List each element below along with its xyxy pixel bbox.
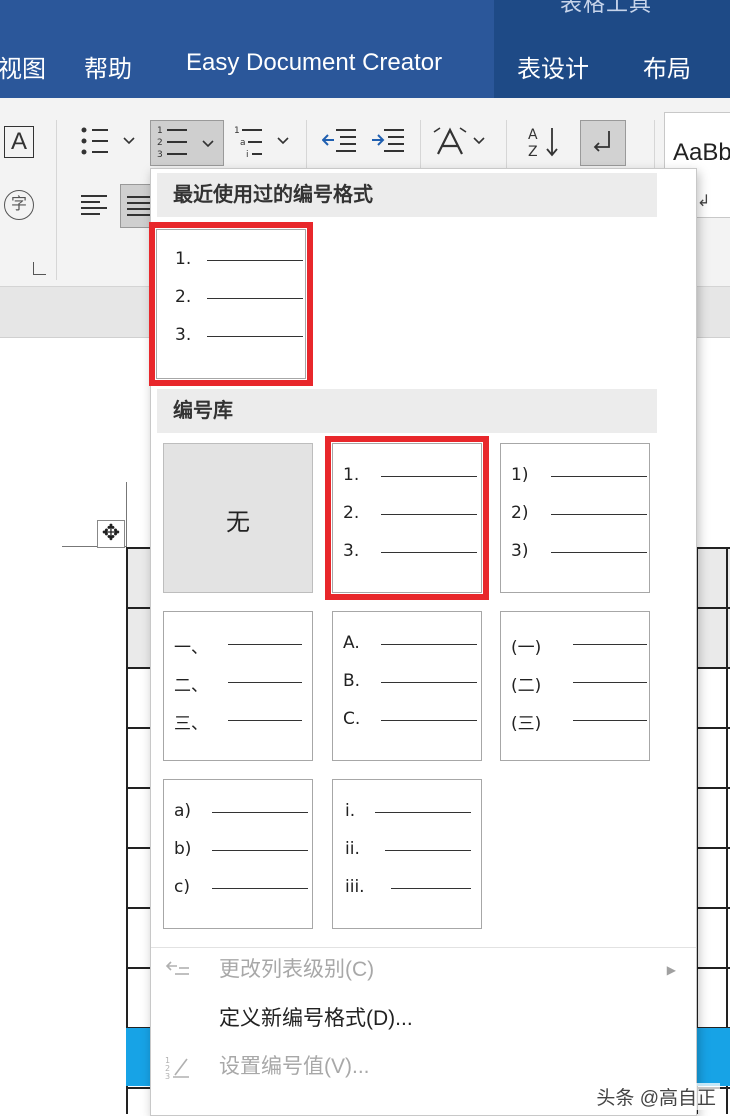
tile-line: B. bbox=[343, 671, 477, 691]
tile-line: (三) bbox=[511, 709, 647, 734]
none-label: 无 bbox=[226, 509, 250, 536]
tile-line: b) bbox=[174, 839, 308, 859]
recent-formats-header: 最近使用过的编号格式 bbox=[157, 173, 657, 217]
svg-text:Z: Z bbox=[528, 144, 538, 160]
set-numbering-value-label: 设置编号值(V)... bbox=[219, 1055, 370, 1078]
paragraph-mark-icon: ↲ bbox=[697, 193, 711, 210]
table-tools-title: 表格工具 bbox=[560, 0, 653, 16]
align-center-icon bbox=[127, 196, 151, 216]
tile-line: i. bbox=[345, 801, 475, 821]
numbering-dropdown: 最近使用过的编号格式 1. 2. 3. 编号库 无 1. 2. 3. 1) 2)… bbox=[149, 168, 697, 1116]
show-formatting-marks-button[interactable] bbox=[580, 120, 626, 166]
tile-line: (一) bbox=[511, 633, 647, 658]
tab-table-design[interactable]: 表设计 bbox=[517, 49, 589, 84]
crop-mark bbox=[126, 482, 127, 547]
enclose-characters-label: 字 bbox=[10, 196, 27, 213]
table-move-handle-icon[interactable]: ✥ bbox=[97, 520, 125, 548]
tile-line: 1. bbox=[175, 249, 303, 269]
tile-line: (二) bbox=[511, 671, 647, 696]
tile-line: 1. bbox=[343, 465, 477, 485]
numbering-tile-lower-roman[interactable]: i. ii. iii. bbox=[332, 779, 482, 929]
define-new-number-format-menu-item[interactable]: 定义新编号格式(D)... bbox=[151, 997, 696, 1041]
multilevel-list-button[interactable]: 1ai bbox=[232, 124, 294, 160]
numbering-button[interactable]: 1 2 3 bbox=[150, 120, 224, 166]
svg-text:1: 1 bbox=[157, 126, 163, 136]
tile-line: A. bbox=[343, 633, 477, 653]
decrease-indent-button[interactable] bbox=[322, 126, 358, 156]
tile-line: 三、 bbox=[174, 709, 304, 734]
svg-text:i: i bbox=[246, 150, 249, 160]
tile-line: 一、 bbox=[174, 633, 304, 658]
svg-text:2: 2 bbox=[157, 138, 163, 148]
numbering-tile-arabic-paren[interactable]: 1) 2) 3) bbox=[500, 443, 650, 593]
align-left-button[interactable] bbox=[80, 193, 108, 215]
asian-layout-button[interactable] bbox=[432, 124, 490, 160]
recent-numbering-tile[interactable]: 1. 2. 3. bbox=[149, 222, 313, 386]
tab-view[interactable]: 视图 bbox=[0, 49, 46, 84]
tile-line: a) bbox=[174, 801, 308, 821]
numbering-tile-arabic-period[interactable]: 1. 2. 3. bbox=[325, 436, 489, 600]
tile-line: 二、 bbox=[174, 671, 304, 696]
change-list-level-label: 更改列表级别(C) bbox=[219, 958, 375, 981]
numbering-tile-upper-alpha[interactable]: A. B. C. bbox=[332, 611, 482, 761]
svg-text:3: 3 bbox=[157, 150, 163, 160]
ribbon-separator bbox=[56, 120, 57, 280]
tab-help[interactable]: 帮助 bbox=[84, 49, 132, 84]
tile-line: iii. bbox=[345, 877, 475, 897]
svg-text:1: 1 bbox=[234, 126, 240, 136]
character-border-label: A bbox=[10, 128, 27, 155]
change-list-level-menu-item[interactable]: 更改列表级别(C) ▶ bbox=[151, 947, 696, 992]
bullets-button[interactable] bbox=[78, 124, 140, 160]
increase-indent-button[interactable] bbox=[370, 126, 406, 156]
tile-line: ii. bbox=[345, 839, 475, 859]
tile-line: 1) bbox=[511, 465, 647, 485]
tile-line: 3. bbox=[343, 541, 477, 561]
tile-line: 3) bbox=[511, 541, 647, 561]
style-preview-normal[interactable]: AaBb bbox=[673, 139, 730, 167]
change-list-level-icon bbox=[165, 961, 189, 975]
tab-easy-document-creator[interactable]: Easy Document Creator bbox=[186, 49, 442, 77]
tile-line: C. bbox=[343, 709, 477, 729]
tile-line: 2. bbox=[343, 503, 477, 523]
tab-layout[interactable]: 布局 bbox=[643, 49, 691, 84]
set-numbering-value-icon: 123 bbox=[165, 1056, 189, 1079]
numbering-tile-none[interactable]: 无 bbox=[163, 443, 313, 593]
align-center-button[interactable] bbox=[120, 184, 154, 228]
tile-line: c) bbox=[174, 877, 308, 897]
numbering-tile-lower-alpha-paren[interactable]: a) b) c) bbox=[163, 779, 313, 929]
define-new-number-format-label: 定义新编号格式(D)... bbox=[219, 1007, 413, 1030]
svg-text:a: a bbox=[240, 138, 246, 148]
numbering-tile-chinese-comma[interactable]: 一、 二、 三、 bbox=[163, 611, 313, 761]
watermark: 头条 @高自正 bbox=[592, 1083, 720, 1110]
svg-text:3: 3 bbox=[165, 1072, 170, 1079]
font-dialog-launcher-icon[interactable] bbox=[33, 262, 46, 275]
ribbon-tab-bar: 表格工具 视图 帮助 Easy Document Creator 表设计 布局 bbox=[0, 0, 730, 98]
submenu-arrow-icon: ▶ bbox=[666, 963, 676, 977]
numbering-library-header: 编号库 bbox=[157, 389, 657, 433]
svg-text:A: A bbox=[528, 127, 538, 143]
numbering-tile-chinese-paren[interactable]: (一) (二) (三) bbox=[500, 611, 650, 761]
paragraph-mark-icon bbox=[593, 131, 610, 152]
tile-line: 2. bbox=[175, 287, 303, 307]
tile-line: 2) bbox=[511, 503, 647, 523]
numbering-icon: 1 2 3 bbox=[157, 126, 214, 160]
tile-line: 3. bbox=[175, 325, 303, 345]
character-border-button[interactable]: A bbox=[4, 126, 34, 158]
sort-button[interactable]: A Z bbox=[526, 124, 560, 160]
enclose-characters-button[interactable]: 字 bbox=[4, 190, 34, 220]
